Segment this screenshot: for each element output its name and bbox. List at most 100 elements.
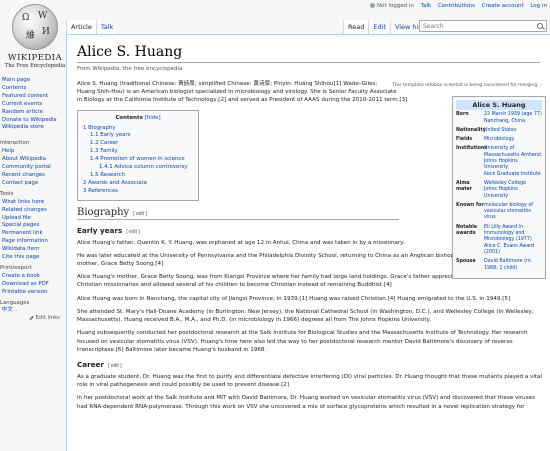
infobox-row: Fields Microbiology [456, 137, 542, 143]
infobox-label: Notable awards [456, 224, 478, 237]
sidebar-item[interactable]: Donate to Wikipedia [0, 117, 66, 125]
wikipedia-logo[interactable]: Ω W 維 И WIKIPEDIA The Free Encyclopedia [0, 0, 70, 72]
sidebar-item[interactable]: Permanent link [0, 230, 66, 238]
infobox-row: Known for molecular biology of vesicular … [456, 203, 542, 222]
edit-section-link[interactable]: [ edit ] [133, 211, 147, 217]
contributions-link[interactable]: Contributions [438, 3, 475, 9]
edit-links[interactable]: Edit links [0, 315, 66, 323]
toc-item[interactable]: 1.2 Career [83, 140, 193, 148]
logo-wordmark: WIKIPEDIA [7, 53, 63, 63]
create-account-link[interactable]: Create account [482, 3, 524, 9]
sidebar-item[interactable]: Related changes [0, 207, 66, 215]
page-title: Alice S. Huang [77, 44, 540, 63]
sidebar-item[interactable]: Help [0, 148, 66, 156]
personal-tools: Not logged in Talk Contributions Create … [370, 3, 547, 9]
infobox-label: Known for [456, 202, 484, 208]
page-subtitle: From Wikipedia, the free encyclopedia [77, 66, 183, 72]
toc-item[interactable]: 1.1 Early years [83, 132, 193, 140]
subsection-heading-career: Career [ edit ] [77, 360, 540, 369]
sidebar-item[interactable]: Create a book [0, 273, 66, 281]
sidebar-item[interactable]: Current events [0, 101, 66, 109]
tab-read[interactable]: Read [343, 20, 369, 34]
globe-icon: Ω W 維 И [12, 4, 58, 50]
sidebar-item[interactable]: Download as PDF [0, 281, 66, 289]
toc-title: Contents [115, 114, 143, 121]
search-placeholder: Search [423, 22, 444, 30]
sidebar-heading-print: Print/export [0, 264, 32, 271]
toc-item[interactable]: 2 Awards and Associate [83, 180, 193, 188]
tab-article[interactable]: Article [66, 20, 96, 34]
infobox-value[interactable]: 22 March 1939 (age 77) Nanchang, China [484, 112, 542, 125]
user-icon [370, 3, 375, 8]
toc-item[interactable]: 1.3 Family [83, 148, 193, 156]
sidebar-item[interactable]: Contact page [0, 180, 66, 188]
logo-glyph: 維 [26, 31, 36, 41]
early-years-paragraph: Huang subsequently conducted her postdoc… [77, 330, 528, 353]
infobox-row: Alma mater Wellesley College Johns Hopkin… [456, 181, 542, 200]
infobox-label: Fields [456, 137, 473, 143]
search-input[interactable]: Search [419, 20, 547, 32]
sidebar-item[interactable]: Printable version [0, 289, 66, 297]
merge-hatnote[interactable]: This template infobox scientist is being… [392, 83, 542, 88]
pencil-icon [28, 315, 34, 321]
search-icon[interactable] [537, 23, 543, 29]
infobox-value[interactable]: Microbiology [484, 137, 542, 143]
sidebar-heading-interaction: Interaction [0, 140, 30, 147]
infobox-row: Notable awards Eli Lilly Award in Immunol… [456, 225, 542, 256]
namespace-tabs: Article Talk [66, 20, 118, 34]
infobox-label: Born [456, 112, 469, 118]
toc-hide-toggle[interactable]: [hide] [145, 115, 161, 121]
sidebar: Main page Contents Featured content Current… [0, 77, 66, 323]
sidebar-item[interactable]: Upload file [0, 215, 66, 223]
logo-glyph: И [42, 27, 50, 37]
sidebar-item[interactable]: What links here [0, 199, 66, 207]
lead-line-3: in Biology at the California Institute o… [77, 97, 408, 104]
section-heading-biography: Biography[ edit ] [77, 207, 399, 220]
heading-text: Early years [77, 225, 123, 235]
sidebar-item[interactable]: Cite this page [0, 254, 66, 262]
talk-link[interactable]: Talk [421, 3, 432, 9]
infobox-value[interactable]: Wellesley College Johns Hopkins Universi… [484, 181, 542, 200]
sidebar-item[interactable]: Page information [0, 238, 66, 246]
toc-item[interactable]: 1.4 Promotion of women in science [83, 156, 193, 164]
sidebar-item[interactable]: Featured content [0, 93, 66, 101]
logo-glyph: W [38, 11, 48, 21]
early-years-paragraph: Alice Huang was born in Nanchang, the ca… [77, 295, 511, 302]
infobox-value[interactable]: David Baltimore (m. 1968; 1 child) [484, 259, 542, 272]
infobox-value[interactable]: Eli Lilly Award in Immunology and Microb… [484, 225, 542, 256]
toc-item[interactable]: 3 References [83, 188, 193, 196]
tab-talk[interactable]: Talk [95, 20, 118, 34]
sidebar-item[interactable]: About Wikipedia [0, 156, 66, 164]
sidebar-item[interactable]: Community portal [0, 164, 66, 172]
sidebar-item[interactable]: Recent changes [0, 172, 66, 180]
sidebar-item[interactable]: Random article [0, 109, 66, 117]
sidebar-item[interactable]: Main page [0, 77, 66, 85]
infobox-value[interactable]: University of Massachusetts Amherst John… [484, 146, 542, 177]
heading-text: Biography [77, 206, 130, 218]
language-link-zh[interactable]: 中文 [0, 307, 66, 315]
infobox-value[interactable]: United States [484, 128, 542, 134]
edit-section-link[interactable]: [ edit ] [108, 363, 122, 369]
logo-glyph: Ω [22, 13, 30, 23]
infobox-row: Institutions University of Massachusetts … [456, 146, 542, 177]
infobox-label: Nationality [456, 127, 486, 133]
sidebar-item[interactable]: Contents [0, 85, 66, 93]
edit-links-label: Edit links [35, 315, 61, 322]
toc-item[interactable]: 1 Biography [83, 125, 193, 133]
toc-item[interactable]: 1.5 Research [83, 172, 193, 180]
lead-line-2: Huang Shih-Hou) is an American biologist… [77, 89, 397, 96]
career-paragraph: As a graduate student, Dr. Huang was the… [77, 373, 543, 389]
logo-tagline: The Free Encyclopedia [4, 63, 66, 69]
toc-item[interactable]: 1.4.1 Advice column controversy [83, 164, 193, 172]
sidebar-item[interactable]: Wikipedia store [0, 124, 66, 132]
infobox-title: Alice S. Huang [456, 100, 542, 111]
log-in-link[interactable]: Log in [530, 3, 547, 9]
sidebar-item[interactable]: Special pages [0, 222, 66, 230]
sidebar-heading-tools: Tools [0, 190, 14, 197]
early-years-paragraph: She attended St. Mary's Hall-Doane Acade… [77, 308, 534, 324]
edit-section-link[interactable]: [ edit ] [126, 229, 140, 235]
tab-edit[interactable]: Edit [368, 20, 390, 34]
login-status: Not logged in [377, 3, 414, 9]
sidebar-item[interactable]: Wikidata item [0, 246, 66, 254]
infobox-value[interactable]: molecular biology of vesicular stomatiti… [484, 203, 542, 222]
